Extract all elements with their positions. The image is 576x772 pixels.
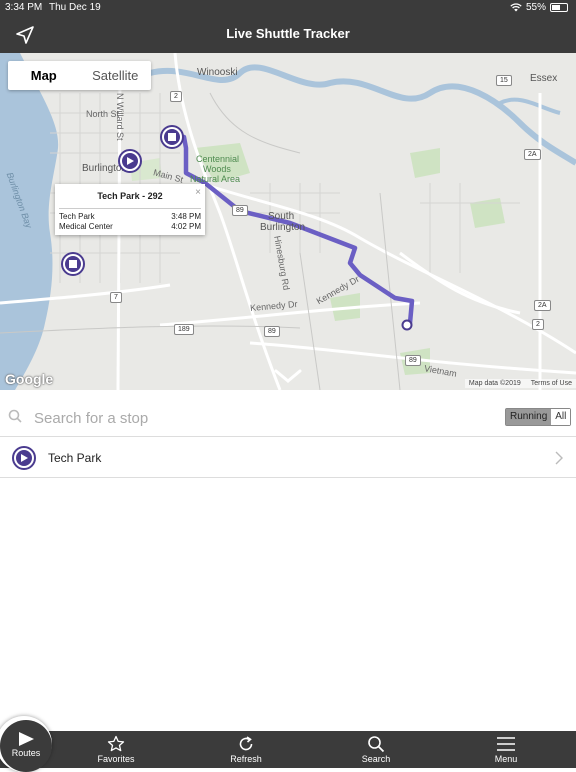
map-label-essex: Essex (530, 73, 558, 84)
popup-stop-time: 4:02 PM (171, 222, 201, 231)
map-type-toggle: Map Satellite (8, 61, 151, 90)
page-title: Live Shuttle Tracker (226, 26, 350, 41)
battery-percent: 55% (525, 2, 546, 13)
popup-stop-time: 3:48 PM (171, 212, 201, 221)
map-label-natural-area: Natural Area (190, 174, 241, 184)
popup-stop-name: Medical Center (59, 222, 113, 231)
search-icon (8, 409, 22, 423)
stop-marker[interactable] (160, 125, 184, 149)
route-shield-89-b: 89 (232, 205, 248, 216)
nav-bar: Live Shuttle Tracker (0, 16, 576, 53)
status-time: 3:34 PM (5, 2, 43, 13)
tab-label: Favorites (97, 754, 135, 764)
route-shield-15: 15 (496, 75, 512, 86)
shuttle-marker[interactable] (118, 149, 142, 173)
popup-stop-row: Tech Park 3:48 PM (59, 212, 201, 221)
route-shield-2: 2 (170, 91, 182, 102)
google-logo: Google (5, 371, 54, 387)
map-attribution: Map data ©2019 Terms of Use (464, 379, 576, 388)
map-label-woods: Woods (203, 164, 231, 174)
map-label-south-burlington: Burlington (260, 222, 306, 233)
route-shield-7: 7 (110, 292, 122, 303)
route-shield-2-b: 2 (532, 319, 544, 330)
status-bar: 3:34 PM Thu Dec 19 55% (0, 0, 576, 16)
map-label-south: South (268, 211, 295, 222)
map-toggle-satellite[interactable]: Satellite (80, 61, 152, 90)
stop-search-input[interactable] (34, 407, 334, 429)
map-label-winooski: Winooski (197, 67, 238, 78)
tab-favorites[interactable]: Favorites (76, 731, 156, 768)
route-shield-2a: 2A (524, 149, 541, 160)
chevron-right-icon (555, 451, 563, 465)
map-toggle-map[interactable]: Map (8, 61, 80, 90)
chevron-down-icon[interactable] (274, 368, 302, 384)
tab-refresh[interactable]: Refresh (206, 731, 286, 768)
popup-divider (59, 208, 201, 209)
popup-title: Tech Park - 292 (97, 191, 163, 201)
route-shield-189: 189 (174, 324, 194, 335)
map-data-text: Map data ©2019 (468, 380, 521, 387)
map-label-centennial: Centennial (196, 154, 240, 164)
wifi-icon (510, 3, 522, 12)
star-icon (107, 735, 125, 752)
tab-bar: Favorites Refresh Search Menu (0, 731, 576, 768)
search-icon (368, 736, 385, 753)
status-date: Thu Dec 19 (49, 2, 101, 13)
map-label-north-st: North St (86, 109, 120, 119)
filter-running-button[interactable]: Running (506, 409, 552, 425)
tab-label: Search (361, 754, 391, 764)
route-name: Tech Park (48, 451, 102, 465)
refresh-icon (239, 736, 253, 751)
stop-search-bar (0, 397, 576, 437)
stop-marker[interactable] (61, 252, 85, 276)
popup-stop-row: Medical Center 4:02 PM (59, 222, 201, 231)
menu-icon (497, 737, 515, 751)
route-shield-89-c: 89 (405, 355, 421, 366)
tab-routes[interactable]: Routes (0, 720, 52, 772)
tab-label: Menu (494, 754, 518, 764)
route-shield-2a-b: 2A (534, 300, 551, 311)
filter-all-button[interactable]: All (551, 409, 571, 425)
route-shield-89: 89 (264, 326, 280, 337)
terms-link[interactable]: Terms of Use (531, 380, 572, 387)
play-marker-icon (12, 446, 36, 470)
battery-icon (550, 3, 568, 12)
filter-segmented-control: Running All (505, 408, 572, 426)
tab-label: Refresh (230, 754, 262, 764)
route-list-item[interactable]: Tech Park (0, 438, 576, 478)
shuttle-popup: Tech Park - 292 × Tech Park 3:48 PM Medi… (55, 184, 205, 235)
tab-search[interactable]: Search (336, 731, 416, 768)
tab-label: Routes (11, 748, 41, 758)
tab-menu[interactable]: Menu (466, 731, 546, 768)
popup-stop-name: Tech Park (59, 212, 95, 221)
play-icon (19, 732, 34, 746)
popup-close-icon[interactable]: × (195, 187, 201, 198)
status-right: 55% (510, 2, 568, 13)
